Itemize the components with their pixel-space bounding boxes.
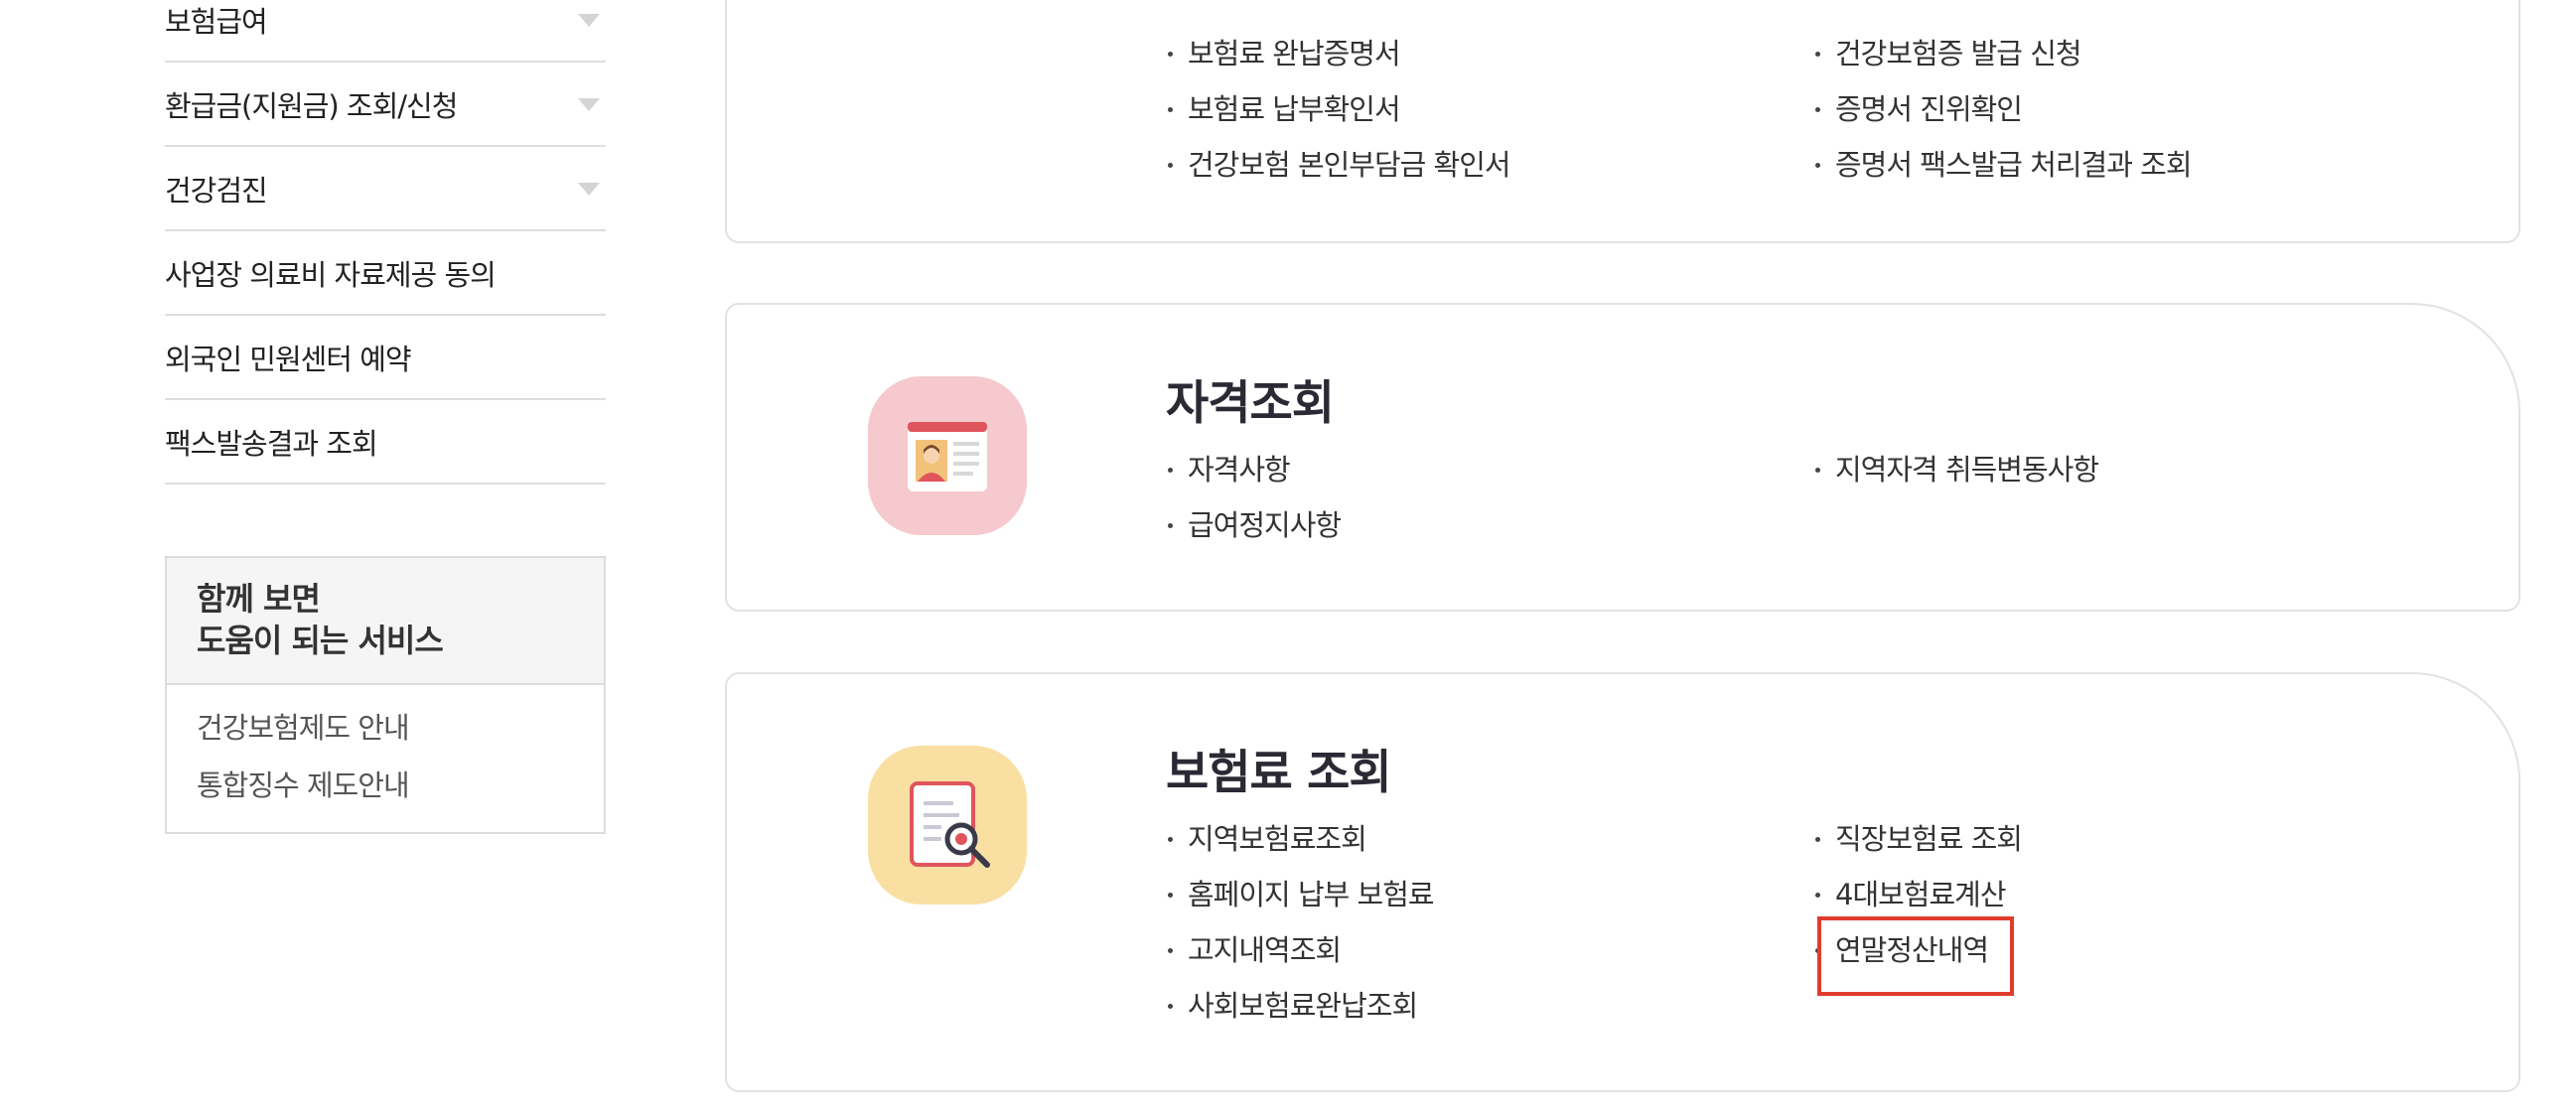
link-qualification-details[interactable]: 자격사항 (1166, 442, 1813, 497)
related-link-health-insurance-guide[interactable]: 건강보험제도 안내 (197, 699, 574, 757)
sidebar: 보험급여 환급금(지원금) 조회/신청 건강검진 사업장 의료비 자료제공 동의… (165, 0, 606, 834)
link-homepage-paid-premium[interactable]: 홈페이지 납부 보험료 (1166, 867, 1813, 922)
related-services-box: 함께 보면 도움이 되는 서비스 건강보험제도 안내 통합징수 제도안내 (165, 556, 606, 834)
link-social-insurance-paid[interactable]: 사회보험료완납조회 (1166, 978, 1813, 1034)
related-services-title-line2: 도움이 되는 서비스 (197, 622, 444, 659)
document-magnifier-icon (868, 746, 1027, 905)
premium-links: 지역보험료조회 직장보험료 조회 홈페이지 납부 보험료 4대보험료계산 고지내… (1166, 811, 2457, 1034)
related-link-integrated-collection-guide[interactable]: 통합징수 제도안내 (197, 757, 574, 814)
certificates-card: 보험료 완납증명서 건강보험증 발급 신청 보험료 납부확인서 증명서 진위확인… (725, 0, 2520, 243)
sidebar-item-health-checkup[interactable]: 건강검진 (165, 147, 606, 231)
sidebar-item-label: 팩스발송결과 조회 (165, 426, 378, 461)
link-health-card-issue[interactable]: 건강보험증 발급 신청 (1813, 26, 2409, 81)
sidebar-item-refund[interactable]: 환급금(지원금) 조회/신청 (165, 63, 606, 147)
qualification-card: 자격조회 자격사항 지역자격 취득변동사항 급여정지사항 (725, 303, 2520, 612)
link-premium-payment-confirmation[interactable]: 보험료 납부확인서 (1166, 81, 1813, 137)
chevron-down-icon (578, 182, 600, 196)
link-regional-qualification-changes[interactable]: 지역자격 취득변동사항 (1813, 442, 2409, 497)
chevron-down-icon (578, 97, 600, 111)
page: 보험급여 환급금(지원금) 조회/신청 건강검진 사업장 의료비 자료제공 동의… (0, 0, 2576, 1116)
sidebar-item-fax-result[interactable]: 팩스발송결과 조회 (165, 400, 606, 485)
certificates-links: 보험료 완납증명서 건강보험증 발급 신청 보험료 납부확인서 증명서 진위확인… (1166, 26, 2457, 193)
sidebar-menu: 보험급여 환급금(지원금) 조회/신청 건강검진 사업장 의료비 자료제공 동의… (165, 0, 606, 485)
sidebar-item-medical-data-consent[interactable]: 사업장 의료비 자료제공 동의 (165, 231, 606, 316)
link-benefit-suspension[interactable]: 급여정지사항 (1166, 497, 1813, 553)
sidebar-item-label: 건강검진 (165, 173, 268, 208)
link-fax-certificate-result[interactable]: 증명서 팩스발급 처리결과 조회 (1813, 137, 2409, 193)
qualification-title: 자격조회 (1166, 376, 1335, 431)
sidebar-item-label: 사업장 의료비 자료제공 동의 (165, 257, 497, 292)
sidebar-item-insurance-benefits[interactable]: 보험급여 (165, 0, 606, 63)
related-services-list: 건강보험제도 안내 통합징수 제도안내 (167, 685, 604, 832)
qualification-links: 자격사항 지역자격 취득변동사항 급여정지사항 (1166, 442, 2457, 553)
id-card-icon (868, 376, 1027, 535)
link-year-end-settlement[interactable]: 연말정산내역 (1813, 916, 2015, 996)
sidebar-item-foreigner-center[interactable]: 외국인 민원센터 예약 (165, 316, 606, 400)
chevron-down-icon (578, 13, 600, 27)
related-services-title-line1: 함께 보면 (197, 580, 321, 618)
link-certificate-verification[interactable]: 증명서 진위확인 (1813, 81, 2409, 137)
sidebar-item-label: 환급금(지원금) 조회/신청 (165, 88, 458, 123)
link-notice-history[interactable]: 고지내역조회 (1166, 922, 1813, 978)
link-year-end-settlement-label: 연말정산내역 (1817, 916, 2015, 996)
link-workplace-premium[interactable]: 직장보험료 조회 (1813, 811, 2409, 867)
link-four-insurance-calculator[interactable]: 4대보험료계산 (1813, 867, 2409, 922)
sidebar-item-label: 보험급여 (165, 4, 268, 39)
sidebar-item-label: 외국인 민원센터 예약 (165, 342, 412, 376)
premium-card: 보험료 조회 지역보험료조회 직장보험료 조회 홈페이지 납부 보험료 4대보험… (725, 672, 2520, 1092)
link-premium-full-payment-certificate[interactable]: 보험료 완납증명서 (1166, 26, 1813, 81)
link-regional-premium[interactable]: 지역보험료조회 (1166, 811, 1813, 867)
link-copayment-confirmation[interactable]: 건강보험 본인부담금 확인서 (1166, 137, 1813, 193)
premium-title: 보험료 조회 (1166, 746, 1392, 800)
related-services-header: 함께 보면 도움이 되는 서비스 (167, 558, 604, 685)
